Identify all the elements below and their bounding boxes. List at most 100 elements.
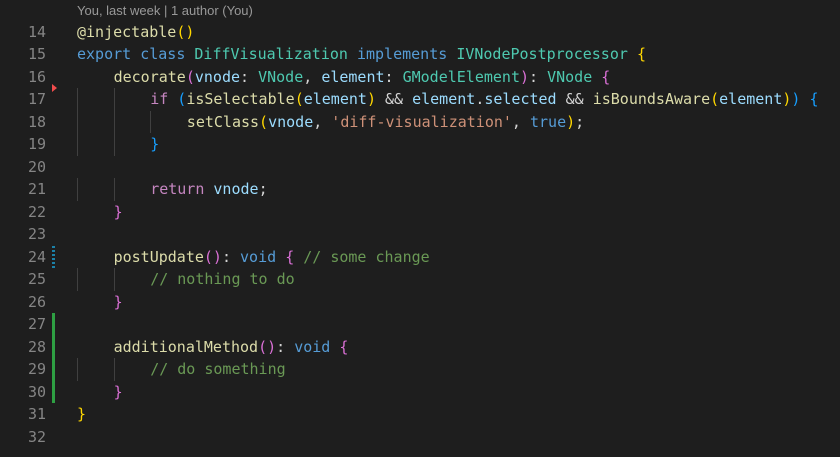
indent-guide bbox=[77, 110, 78, 133]
git-added-indicator[interactable] bbox=[52, 380, 55, 403]
line-number: 29 bbox=[27, 360, 46, 378]
code-token: ; bbox=[258, 180, 268, 198]
code-text: } bbox=[150, 133, 159, 156]
indent-guide bbox=[113, 110, 115, 133]
code-line[interactable]: 27 bbox=[0, 313, 840, 336]
code-line[interactable]: 30} bbox=[0, 380, 840, 403]
line-number: 15 bbox=[27, 45, 46, 63]
code-line[interactable]: 29 // do something bbox=[0, 358, 840, 381]
code-token: : bbox=[240, 67, 259, 86]
code-text: @injectable() bbox=[77, 21, 194, 44]
code-token: : bbox=[276, 337, 295, 356]
code-token: : bbox=[529, 67, 548, 86]
code-token: , bbox=[511, 112, 530, 131]
code-line[interactable]: 15 export class DiffVisualization impleme… bbox=[0, 43, 840, 66]
line-number: 26 bbox=[27, 292, 46, 311]
git-added-indicator[interactable] bbox=[52, 335, 55, 358]
indent-guide bbox=[77, 133, 78, 156]
code-text: postUpdate(): void { // some change bbox=[114, 246, 430, 269]
code-token: ( bbox=[185, 67, 195, 86]
git-added-indicator[interactable] bbox=[52, 313, 55, 336]
code-line[interactable]: 20 bbox=[0, 156, 840, 179]
line-number: 28 bbox=[27, 337, 46, 356]
code-text: additionalMethod(): void { bbox=[114, 336, 349, 359]
code-token: } bbox=[113, 382, 123, 401]
code-line[interactable]: 23 bbox=[0, 223, 840, 246]
code-token: () bbox=[258, 337, 277, 356]
code-token: && bbox=[556, 90, 593, 108]
code-line[interactable]: 28 additionalMethod(): void { bbox=[0, 335, 840, 359]
code-token: ( bbox=[294, 90, 304, 108]
line-number: 30 bbox=[27, 382, 46, 401]
code-text: setClass(vnode, 'diff-visualization', tr… bbox=[187, 111, 584, 134]
codelens-blame[interactable]: You, last week | 1 author (You) bbox=[77, 3, 253, 18]
code-text: // do something bbox=[150, 358, 285, 381]
code-token: isBoundsAware bbox=[592, 90, 711, 108]
code-token: } bbox=[113, 202, 123, 221]
code-token: 'diff-visualization' bbox=[331, 112, 512, 131]
code-token: element bbox=[303, 90, 367, 108]
code-token: setClass bbox=[186, 112, 260, 131]
git-modified-indicator[interactable] bbox=[52, 245, 55, 268]
code-token: ) bbox=[566, 112, 576, 131]
code-text: return vnode; bbox=[150, 178, 267, 201]
code-line[interactable]: 24 postUpdate(): void { // some change bbox=[0, 245, 840, 269]
code-line[interactable]: 32 bbox=[0, 426, 840, 449]
code-line[interactable]: 17 if (isSelectable(element) && element.s… bbox=[0, 84, 840, 111]
indent-guide bbox=[77, 358, 78, 381]
code-token: () bbox=[176, 22, 195, 41]
code-token: { bbox=[809, 90, 819, 108]
code-token: vnode bbox=[213, 180, 259, 198]
code-token: { bbox=[285, 247, 295, 266]
code-token: vnode bbox=[194, 67, 241, 86]
code-editor[interactable]: You, last week | 1 author (You) 14 @injec… bbox=[0, 0, 840, 457]
code-line[interactable]: 18 setClass(vnode, 'diff-visualization', … bbox=[0, 110, 840, 134]
git-deleted-indicator[interactable] bbox=[52, 84, 57, 92]
code-token: ( bbox=[710, 90, 720, 108]
line-number: 31 bbox=[27, 405, 46, 423]
code-token: // some change bbox=[303, 247, 430, 266]
code-line[interactable]: 26} bbox=[0, 291, 840, 314]
code-text: } bbox=[77, 403, 86, 426]
code-token: postUpdate bbox=[113, 247, 204, 266]
code-token: } bbox=[113, 292, 123, 311]
indent-guide bbox=[77, 88, 78, 111]
code-line[interactable]: 16 decorate(vnode: VNode, element: GModel… bbox=[0, 66, 840, 89]
code-token: // nothing to do bbox=[150, 270, 295, 288]
code-token: // do something bbox=[150, 360, 286, 378]
code-token: vnode bbox=[268, 112, 314, 131]
code-line[interactable]: 22} bbox=[0, 201, 840, 224]
code-text: } bbox=[114, 201, 123, 224]
code-token: element bbox=[412, 90, 476, 108]
code-token: class bbox=[140, 45, 186, 63]
indent-guide bbox=[77, 268, 78, 291]
code-line[interactable]: 31} bbox=[0, 403, 840, 426]
code-token: @injectable bbox=[77, 22, 177, 41]
indent-guide bbox=[113, 178, 115, 201]
code-text: export class DiffVisualization implement… bbox=[77, 43, 646, 66]
indent-guide bbox=[77, 178, 78, 201]
code-token: IVNodePostprocessor bbox=[456, 45, 628, 63]
code-token: additionalMethod bbox=[113, 337, 259, 356]
code-token: ; bbox=[575, 112, 585, 131]
code-token: DiffVisualization bbox=[194, 45, 348, 63]
code-token: . bbox=[475, 90, 485, 108]
code-line[interactable]: 19} bbox=[0, 133, 840, 156]
code-token: element bbox=[719, 90, 783, 108]
code-line[interactable]: 21 return vnode; bbox=[0, 178, 840, 201]
line-number: 32 bbox=[27, 427, 46, 446]
code-token: ( bbox=[177, 90, 187, 108]
line-number: 16 bbox=[27, 67, 46, 86]
code-line[interactable]: 25 // nothing to do bbox=[0, 268, 840, 291]
line-number: 20 bbox=[27, 157, 46, 176]
git-added-indicator[interactable] bbox=[52, 358, 55, 381]
code-text: } bbox=[114, 291, 123, 314]
code-token: return bbox=[150, 180, 205, 198]
code-line[interactable]: 14 @injectable() bbox=[0, 21, 840, 44]
line-number: 27 bbox=[27, 315, 46, 333]
